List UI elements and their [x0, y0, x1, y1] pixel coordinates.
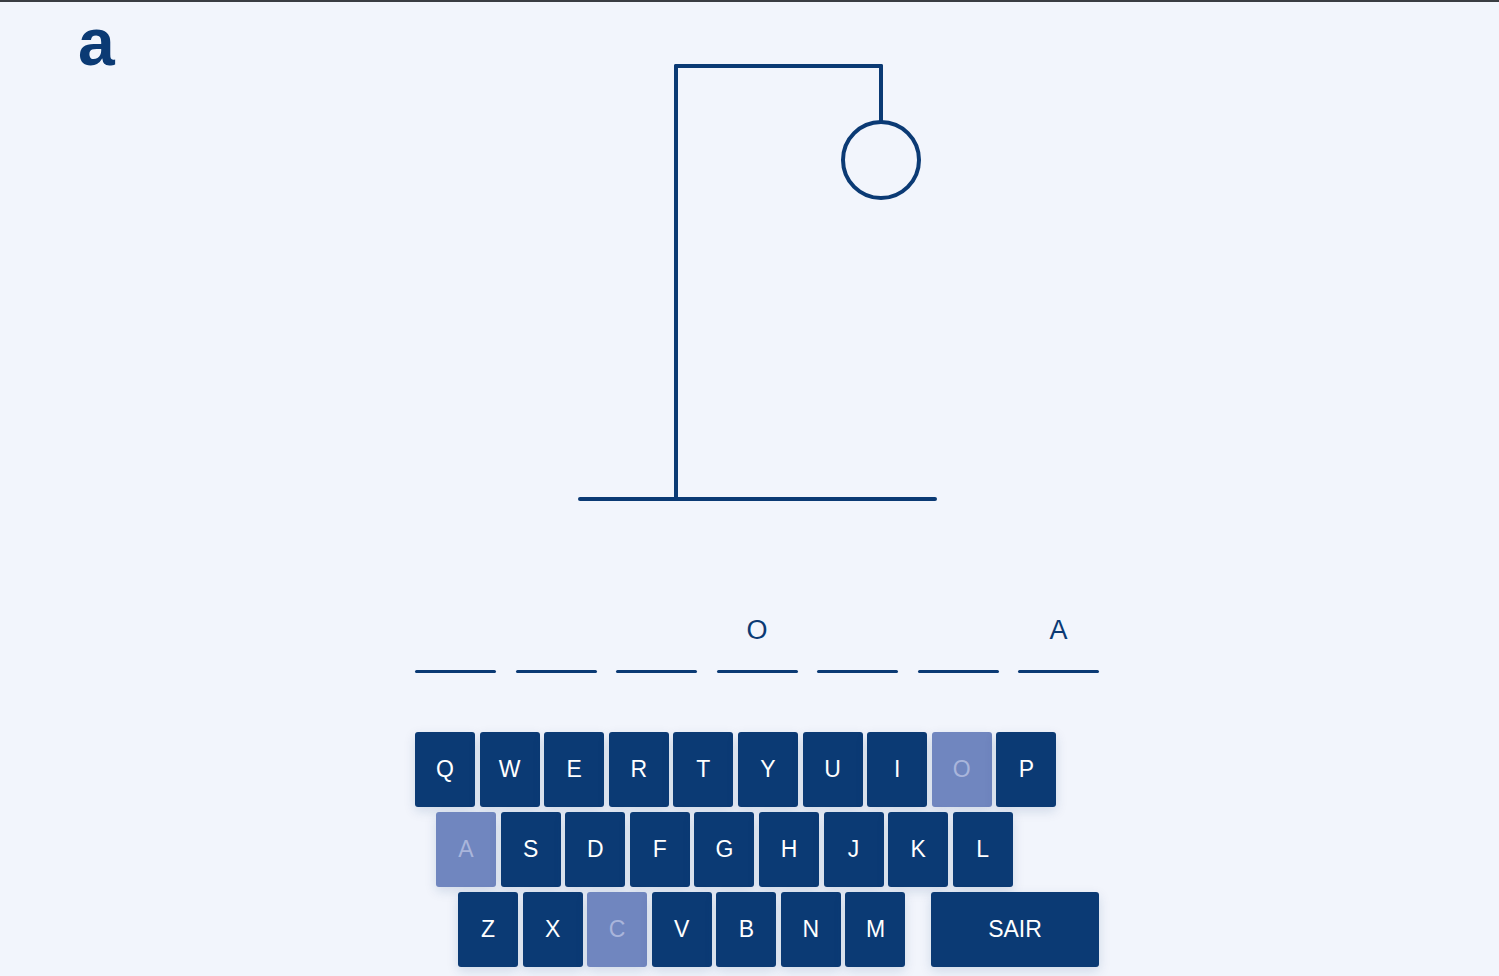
letter-key[interactable]: P	[996, 732, 1056, 807]
slot-underline	[616, 670, 697, 673]
letter-key[interactable]: G	[694, 812, 754, 887]
letter-key[interactable]: N	[781, 892, 841, 967]
letter-key[interactable]: J	[824, 812, 884, 887]
game-area: OAQWERTYUIOPASDFGHJKLZXCVBNMSAIR	[415, 2, 1099, 976]
letter-key[interactable]: T	[673, 732, 733, 807]
letter-slot	[516, 610, 597, 673]
letter-slot: A	[1018, 610, 1099, 673]
letter-slot	[415, 610, 496, 673]
slot-letter: A	[1049, 610, 1067, 650]
slot-underline	[918, 670, 999, 673]
letter-key[interactable]: F	[630, 812, 690, 887]
letter-key[interactable]: E	[544, 732, 604, 807]
letter-key[interactable]: Y	[738, 732, 798, 807]
letter-slot	[817, 610, 898, 673]
letter-key[interactable]: B	[716, 892, 776, 967]
letter-key[interactable]: O	[932, 732, 992, 807]
word-slots: OA	[415, 610, 1099, 673]
gallows-beam	[676, 64, 881, 68]
keyboard: QWERTYUIOPASDFGHJKLZXCVBNMSAIR	[415, 732, 1099, 967]
letter-key[interactable]: I	[867, 732, 927, 807]
header-logo-area: a	[0, 2, 415, 976]
gallows-base	[580, 497, 935, 501]
letter-key[interactable]: V	[652, 892, 712, 967]
gallows-rope	[879, 66, 883, 122]
slot-underline	[1018, 670, 1099, 673]
letter-slot	[918, 610, 999, 673]
hangman-page: aOAQWERTYUIOPASDFGHJKLZXCVBNMSAIR	[0, 0, 1499, 976]
slot-underline	[516, 670, 597, 673]
logo[interactable]: a	[78, 6, 415, 78]
letter-key[interactable]: H	[759, 812, 819, 887]
slot-underline	[817, 670, 898, 673]
hangman-head	[843, 122, 919, 198]
letter-key[interactable]: R	[609, 732, 669, 807]
letter-key[interactable]: M	[845, 892, 905, 967]
gallows-pole	[674, 66, 678, 499]
slot-underline	[717, 670, 798, 673]
slot-letter: O	[746, 610, 767, 650]
slot-underline	[415, 670, 496, 673]
letter-key[interactable]: D	[565, 812, 625, 887]
letter-key[interactable]: W	[480, 732, 540, 807]
letter-slot	[616, 610, 697, 673]
letter-key[interactable]: U	[803, 732, 863, 807]
letter-key[interactable]: K	[888, 812, 948, 887]
keyboard-row: QWERTYUIOP	[415, 732, 1099, 807]
gallows-drawing	[578, 60, 938, 505]
keyboard-row: ZXCVBNM SAIR	[458, 892, 1099, 967]
letter-key[interactable]: Q	[415, 732, 475, 807]
letter-key[interactable]: S	[501, 812, 561, 887]
letter-key[interactable]: L	[953, 812, 1013, 887]
letter-key[interactable]: A	[436, 812, 496, 887]
letter-key[interactable]: X	[523, 892, 583, 967]
keyboard-row: ASDFGHJKL	[436, 812, 1099, 887]
exit-button[interactable]: SAIR	[931, 892, 1099, 967]
letter-key[interactable]: C	[587, 892, 647, 967]
letter-slot: O	[717, 610, 798, 673]
letter-key[interactable]: Z	[458, 892, 518, 967]
